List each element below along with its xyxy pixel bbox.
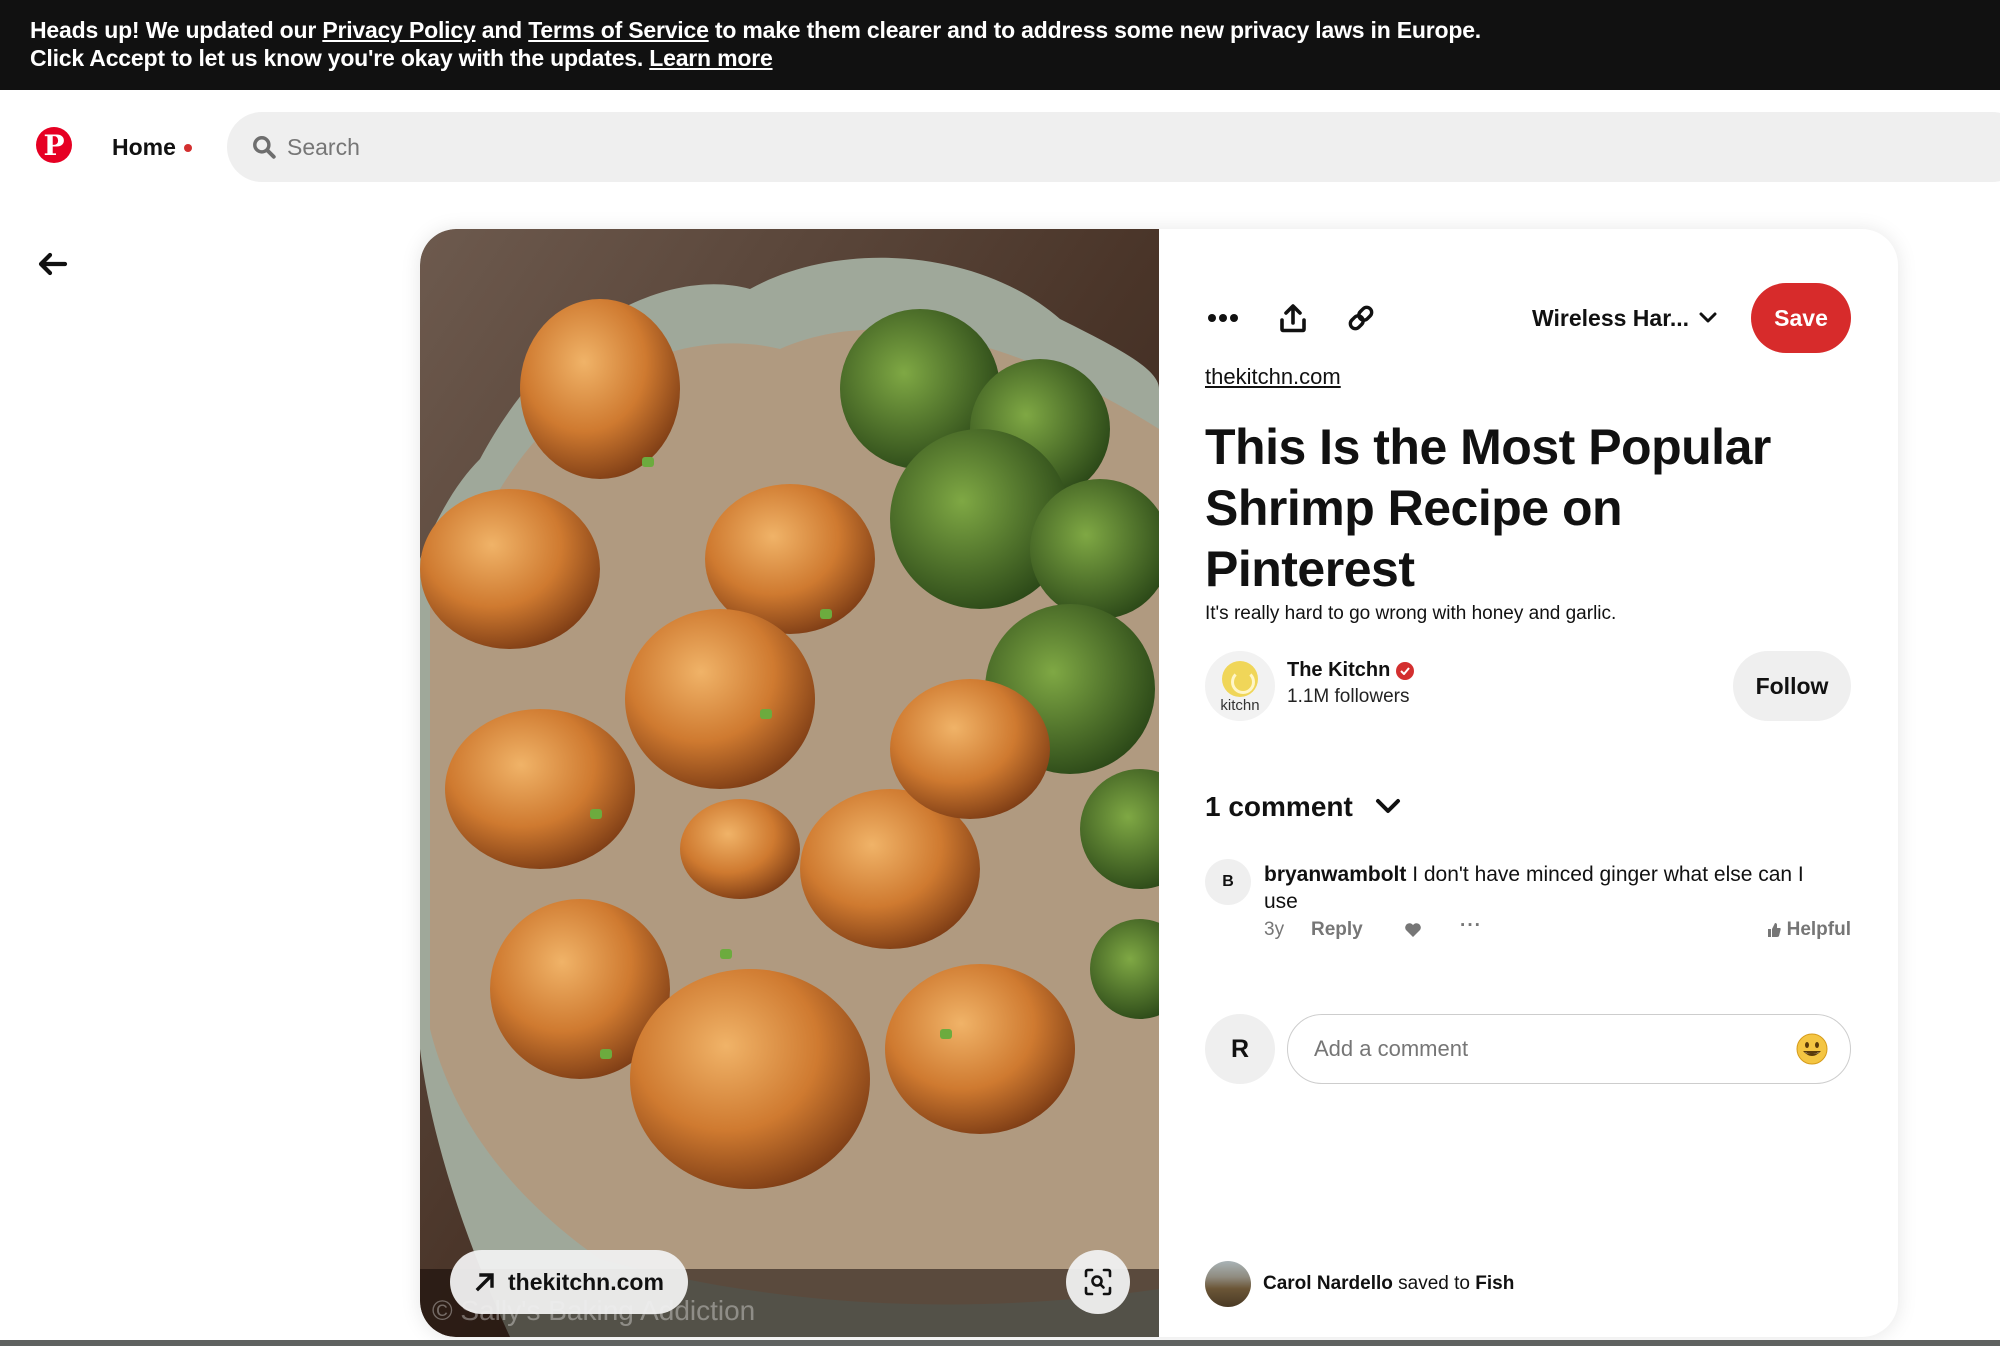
comments-count: 1 comment	[1205, 791, 1353, 822]
creator-avatar-text: kitchn	[1220, 697, 1260, 714]
add-comment-row: R	[1205, 1014, 1851, 1084]
pin-title: This Is the Most Popular Shrimp Recipe o…	[1205, 419, 1771, 597]
pin-details-panel: Wireless Har... Save thekitchn.com This …	[1159, 229, 1898, 1337]
share-button[interactable]	[1275, 300, 1311, 336]
home-tab[interactable]: Home	[112, 134, 176, 161]
learn-more-link[interactable]: Learn more	[649, 45, 772, 71]
helpful-button[interactable]: Helpful	[1767, 919, 1851, 941]
comments-toggle[interactable]: 1 comment	[1205, 791, 1401, 823]
saver-avatar[interactable]	[1205, 1261, 1251, 1307]
comment-timestamp: 3y	[1264, 919, 1285, 940]
creator-avatar[interactable]: kitchn	[1205, 651, 1275, 721]
bottom-edge	[0, 1340, 2000, 1346]
banner-line-1: Heads up! We updated our Privacy Policy …	[30, 16, 1970, 44]
logo-glyph: P	[43, 129, 65, 162]
chevron-down-icon	[1375, 799, 1400, 813]
creator-row: kitchn The Kitchn 1.1M followers Follow	[1205, 651, 1851, 721]
pin-image[interactable]: © Sally's Baking Addiction thekitchn.com	[420, 229, 1159, 1337]
save-button[interactable]: Save	[1751, 283, 1851, 353]
pin-closeup-card: © Sally's Baking Addiction thekitchn.com	[420, 229, 1898, 1337]
lens-search-icon	[1084, 1268, 1112, 1296]
save-activity: Carol Nardello saved to Fish	[1205, 1261, 1514, 1307]
search-icon	[253, 136, 276, 159]
save-activity-text: Carol Nardello saved to Fish	[1263, 1273, 1514, 1295]
comment-actions: 3y Reply ··· Helpful	[1264, 915, 1851, 945]
follow-button[interactable]: Follow	[1733, 651, 1851, 721]
chevron-down-icon	[1699, 312, 1717, 323]
verified-badge-icon	[1396, 661, 1415, 680]
shrimp-dish-photo	[420, 229, 1159, 1337]
comment-more-button[interactable]: ···	[1460, 915, 1482, 937]
banner-line-2: Click Accept to let us know you're okay …	[30, 44, 1970, 72]
helpful-label: Helpful	[1786, 919, 1851, 940]
like-comment-button[interactable]	[1404, 922, 1422, 944]
saver-name[interactable]: Carol Nardello	[1263, 1273, 1393, 1294]
pin-toolbar: Wireless Har... Save	[1205, 283, 1851, 353]
arrow-up-right-icon	[475, 1273, 494, 1292]
ellipsis-icon	[1208, 314, 1238, 322]
notification-dot	[184, 144, 192, 152]
copy-link-button[interactable]	[1343, 300, 1379, 336]
current-user-avatar[interactable]: R	[1205, 1014, 1275, 1084]
thumbs-up-icon	[1767, 923, 1781, 937]
banner-text: Heads up! We updated our	[30, 17, 323, 43]
saved-board-name[interactable]: Fish	[1475, 1273, 1514, 1294]
search-bar[interactable]	[227, 112, 2000, 182]
kitchn-logo-icon	[1222, 661, 1258, 697]
share-upload-icon	[1280, 304, 1306, 333]
heart-icon	[1405, 923, 1421, 937]
pinterest-logo-icon[interactable]: P	[36, 127, 72, 163]
activity-action: saved to	[1392, 1273, 1476, 1294]
banner-text: Click Accept to let us know you're okay …	[30, 45, 650, 71]
search-input[interactable]	[285, 112, 1185, 182]
privacy-update-banner: Heads up! We updated our Privacy Policy …	[0, 0, 2000, 90]
visit-site-label: thekitchn.com	[508, 1268, 664, 1295]
commenter-avatar[interactable]: B	[1205, 859, 1251, 905]
comment-input-box[interactable]	[1287, 1014, 1851, 1084]
terms-of-service-link[interactable]: Terms of Service	[528, 17, 709, 43]
emoji-icon[interactable]	[1796, 1033, 1828, 1065]
arrow-left-icon	[38, 252, 68, 276]
more-options-button[interactable]	[1205, 300, 1241, 336]
back-button[interactable]	[36, 247, 70, 281]
visit-site-button[interactable]: thekitchn.com	[450, 1250, 688, 1314]
comment-body: bryanwambolt I don't have minced ginger …	[1264, 861, 1834, 915]
banner-text: to make them clearer and to address some…	[708, 17, 1481, 43]
follower-count: 1.1M followers	[1287, 686, 1410, 707]
comment-input[interactable]	[1314, 1015, 1784, 1082]
board-selector-dropdown[interactable]: Wireless Har...	[1532, 299, 1717, 337]
board-name: Wireless Har...	[1532, 304, 1690, 331]
pin-description: It's really hard to go wrong with honey …	[1205, 603, 1617, 624]
link-icon	[1348, 305, 1374, 331]
banner-text: and	[475, 17, 529, 43]
creator-name[interactable]: The Kitchn	[1287, 659, 1390, 682]
source-domain-link[interactable]: thekitchn.com	[1205, 364, 1341, 390]
commenter-username[interactable]: bryanwambolt	[1264, 863, 1406, 886]
top-nav: P Home	[0, 90, 2000, 206]
visual-search-button[interactable]	[1066, 1250, 1130, 1314]
privacy-policy-link[interactable]: Privacy Policy	[322, 17, 475, 43]
reply-button[interactable]: Reply	[1311, 919, 1363, 941]
creator-name-row[interactable]: The Kitchn	[1287, 659, 1415, 682]
